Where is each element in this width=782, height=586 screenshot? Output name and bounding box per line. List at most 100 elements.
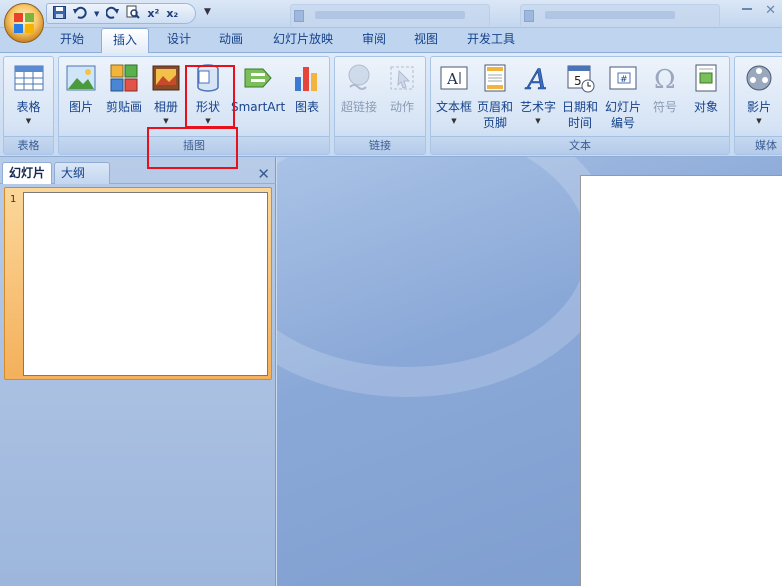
- table-icon: [14, 63, 44, 93]
- wordart-button[interactable]: A 艺术字 ▼: [517, 57, 559, 135]
- office-button[interactable]: [4, 3, 44, 43]
- group-text: A 文本框 ▼ 页眉和 页脚 A 艺术字 ▼ 5 日期和 时间 # 幻灯片 编号…: [430, 56, 730, 155]
- table-label: 表格: [16, 100, 41, 114]
- svg-text:A: A: [446, 70, 458, 88]
- group-label-text: 文本: [431, 136, 729, 154]
- chevron-down-icon: ▼: [535, 117, 541, 125]
- date-time-button[interactable]: 5 日期和 时间: [559, 57, 601, 135]
- window-tab[interactable]: [520, 4, 720, 26]
- group-label-media: 媒体: [735, 136, 782, 154]
- watermark-brand: Bai: [590, 518, 649, 558]
- superscript-icon[interactable]: x²: [147, 7, 159, 20]
- tab-developer[interactable]: 开发工具: [459, 28, 523, 52]
- slide-number-icon: #: [608, 63, 638, 93]
- quick-access-toolbar: ▼ x² x₂: [46, 3, 196, 24]
- wordart-icon: A: [523, 63, 553, 97]
- group-table: 表格 ▼ 表格: [3, 56, 54, 155]
- highlight-illustrations-group: [147, 127, 238, 169]
- minimize-icon[interactable]: [742, 8, 752, 10]
- save-icon[interactable]: [53, 5, 66, 22]
- photo-album-button[interactable]: 相册 ▼: [147, 57, 185, 135]
- object-button[interactable]: 对象: [685, 57, 727, 135]
- action-label: 动作: [389, 100, 414, 114]
- chevron-down-icon: ▼: [756, 117, 762, 125]
- watermark-brand-cn: 经验: [690, 528, 738, 556]
- watermark-url: jingyan.baidu.com: [598, 560, 709, 574]
- tab-animations[interactable]: 动画: [209, 28, 253, 52]
- tab-review[interactable]: 审阅: [352, 28, 396, 52]
- highlight-shapes-button: [185, 65, 235, 128]
- object-label: 对象: [693, 100, 718, 114]
- svg-text:Ω: Ω: [654, 65, 676, 93]
- photo-album-icon: [151, 63, 181, 93]
- slide-number: 1: [10, 194, 17, 205]
- tab-outline[interactable]: 大纲: [54, 162, 110, 184]
- action-button[interactable]: 动作: [381, 57, 423, 135]
- tab-view[interactable]: 视图: [404, 28, 448, 52]
- slides-pane: 幻灯片 大纲 ✕ 1: [0, 157, 276, 586]
- slide-thumbnail[interactable]: [23, 192, 268, 376]
- hyperlink-label: 超链接: [340, 100, 377, 114]
- redo-icon[interactable]: [105, 6, 120, 22]
- movie-label: 影片: [746, 100, 771, 114]
- ribbon: 表格 ▼ 表格 图片 剪贴画 相册 ▼ 形状 ▼ SmartArt 图表 插图 …: [0, 52, 782, 157]
- tab-insert[interactable]: 插入: [101, 28, 149, 53]
- chevron-down-icon: ▼: [163, 117, 169, 125]
- chart-label: 图表: [294, 100, 319, 114]
- close-icon[interactable]: ✕: [257, 165, 270, 183]
- textbox-icon: A: [439, 63, 469, 93]
- tab-slideshow[interactable]: 幻灯片放映: [265, 28, 341, 52]
- hyperlink-icon: [344, 63, 374, 93]
- tab-slides[interactable]: 幻灯片: [2, 162, 53, 184]
- undo-dropdown-icon[interactable]: ▼: [94, 10, 99, 18]
- table-button[interactable]: 表格 ▼: [4, 57, 53, 135]
- print-preview-icon[interactable]: [126, 5, 141, 22]
- group-links: 超链接 动作 链接: [334, 56, 426, 155]
- photo-album-label: 相册: [153, 100, 178, 114]
- slide-thumbnail-selected[interactable]: 1: [4, 187, 272, 380]
- date-time-label: 日期和 时间: [561, 100, 598, 130]
- symbol-icon: Ω: [650, 63, 680, 95]
- tab-home[interactable]: 开始: [50, 28, 94, 52]
- svg-text:#: #: [620, 75, 628, 85]
- smartart-button[interactable]: SmartArt: [231, 57, 285, 135]
- textbox-button[interactable]: A 文本框 ▼: [433, 57, 475, 135]
- chevron-down-icon: ▼: [25, 117, 32, 125]
- clipart-icon: [109, 63, 139, 93]
- movie-button[interactable]: 影片 ▼: [735, 57, 782, 135]
- slide-number-button[interactable]: # 幻灯片 编号: [601, 57, 645, 135]
- tab-design[interactable]: 设计: [157, 28, 201, 52]
- svg-text:5: 5: [574, 74, 582, 88]
- subscript-icon[interactable]: x₂: [166, 7, 178, 20]
- customize-qat-icon[interactable]: ▼: [204, 7, 211, 17]
- chart-icon: [292, 63, 322, 93]
- header-footer-button[interactable]: 页眉和 页脚: [475, 57, 515, 135]
- smartart-icon: [243, 63, 273, 93]
- title-bar: ▼ x² x₂ ▼ ✕: [0, 0, 782, 28]
- clipart-button[interactable]: 剪贴画: [101, 57, 147, 135]
- movie-icon: [744, 63, 774, 93]
- window-tab[interactable]: [290, 4, 490, 26]
- hyperlink-button[interactable]: 超链接: [337, 57, 381, 135]
- action-icon: [387, 63, 417, 93]
- group-label-table: 表格: [4, 136, 53, 154]
- slide-number-label: 幻灯片 编号: [604, 100, 641, 130]
- close-window-icon[interactable]: ✕: [765, 3, 776, 18]
- symbol-button[interactable]: Ω 符号: [645, 57, 685, 135]
- undo-icon[interactable]: [73, 6, 87, 22]
- wordart-label: 艺术字: [519, 100, 556, 114]
- date-time-icon: 5: [565, 63, 595, 93]
- header-footer-icon: [480, 63, 510, 93]
- group-media: 影片 ▼ 媒体: [734, 56, 782, 155]
- watermark: Bai 经验 jingyan.baidu.com: [590, 518, 750, 578]
- chart-button[interactable]: 图表: [287, 57, 327, 135]
- svg-text:A: A: [524, 63, 547, 93]
- chevron-down-icon: ▼: [451, 117, 457, 125]
- clipart-label: 剪贴画: [105, 100, 142, 114]
- office-logo-icon: [14, 13, 34, 33]
- symbol-label: 符号: [652, 100, 677, 114]
- picture-label: 图片: [68, 100, 93, 114]
- smartart-label: SmartArt: [231, 100, 286, 114]
- picture-button[interactable]: 图片: [61, 57, 101, 135]
- header-footer-label: 页眉和 页脚: [476, 100, 513, 130]
